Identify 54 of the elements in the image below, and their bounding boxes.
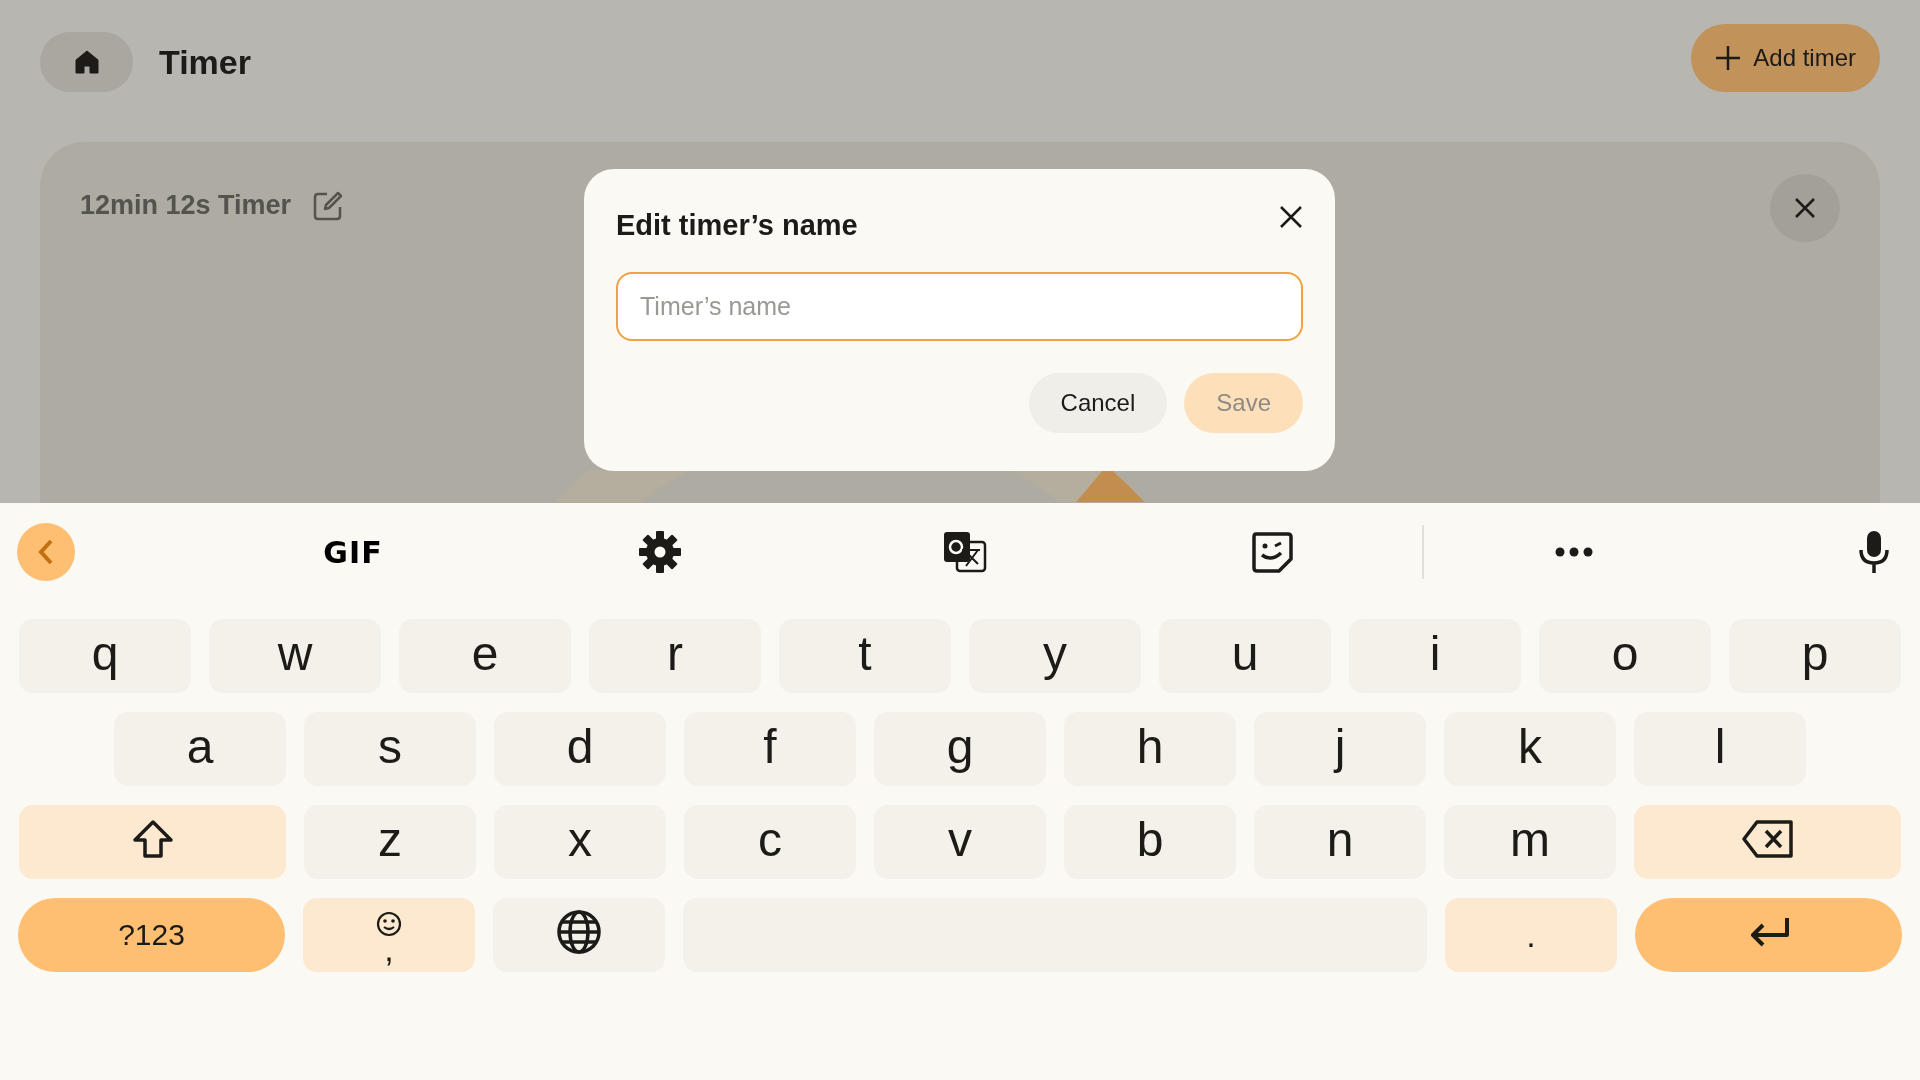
more-icon[interactable] xyxy=(1555,546,1593,557)
back-button[interactable] xyxy=(17,522,75,581)
letter-key[interactable]: v xyxy=(874,805,1046,879)
translate-icon[interactable] xyxy=(942,529,988,574)
letter-key[interactable]: d xyxy=(494,712,666,786)
letter-key[interactable]: q xyxy=(19,619,191,693)
letter-key[interactable]: g xyxy=(874,712,1046,786)
letter-key[interactable]: o xyxy=(1539,619,1711,693)
language-key[interactable] xyxy=(493,898,665,972)
dialog-title: Edit timer’s name xyxy=(616,209,858,242)
letter-key[interactable]: h xyxy=(1064,712,1236,786)
add-timer-button[interactable]: Add timer xyxy=(1691,24,1880,92)
letter-key[interactable]: i xyxy=(1349,619,1521,693)
letter-key[interactable]: k xyxy=(1444,712,1616,786)
letter-key[interactable]: e xyxy=(399,619,571,693)
letter-key[interactable]: b xyxy=(1064,805,1236,879)
letter-key[interactable]: l xyxy=(1634,712,1806,786)
page-title: Timer xyxy=(159,42,251,82)
name-input-field[interactable]: Timer’s name xyxy=(616,272,1303,341)
symbols-key[interactable]: ?123 xyxy=(18,898,285,972)
period-key[interactable]: . xyxy=(1445,898,1617,972)
globe-icon xyxy=(556,909,602,955)
letter-key[interactable]: a xyxy=(114,712,286,786)
shift-key[interactable] xyxy=(19,805,286,879)
gif-button[interactable]: GIF xyxy=(323,534,383,569)
backspace-key[interactable] xyxy=(1634,805,1901,879)
letter-key[interactable]: f xyxy=(684,712,856,786)
close-icon xyxy=(1794,197,1816,219)
backspace-icon xyxy=(1740,819,1795,859)
letter-key[interactable]: z xyxy=(304,805,476,879)
letter-key[interactable]: x xyxy=(494,805,666,879)
microphone-icon[interactable] xyxy=(1858,529,1890,574)
letter-key[interactable]: t xyxy=(779,619,951,693)
smiley-icon xyxy=(376,911,402,937)
letter-key[interactable]: y xyxy=(969,619,1141,693)
letter-key[interactable]: r xyxy=(589,619,761,693)
letter-key[interactable]: u xyxy=(1159,619,1331,693)
letter-key[interactable]: j xyxy=(1254,712,1426,786)
timer-title: 12min 12s Timer xyxy=(80,190,292,221)
edit-icon[interactable] xyxy=(313,190,344,221)
settings-icon[interactable] xyxy=(637,528,683,575)
comma-key[interactable]: , xyxy=(303,898,475,972)
plus-icon xyxy=(1715,45,1742,71)
letter-key[interactable]: c xyxy=(684,805,856,879)
shift-icon xyxy=(130,819,175,859)
sticker-icon[interactable] xyxy=(1251,530,1293,573)
letter-key[interactable]: s xyxy=(304,712,476,786)
cancel-button[interactable]: Cancel xyxy=(1028,373,1168,433)
letter-key[interactable]: n xyxy=(1254,805,1426,879)
letter-key[interactable]: w xyxy=(209,619,381,693)
close-icon xyxy=(1279,205,1303,229)
letter-key[interactable]: m xyxy=(1444,805,1616,879)
letter-key[interactable]: p xyxy=(1729,619,1901,693)
home-icon xyxy=(73,49,100,75)
